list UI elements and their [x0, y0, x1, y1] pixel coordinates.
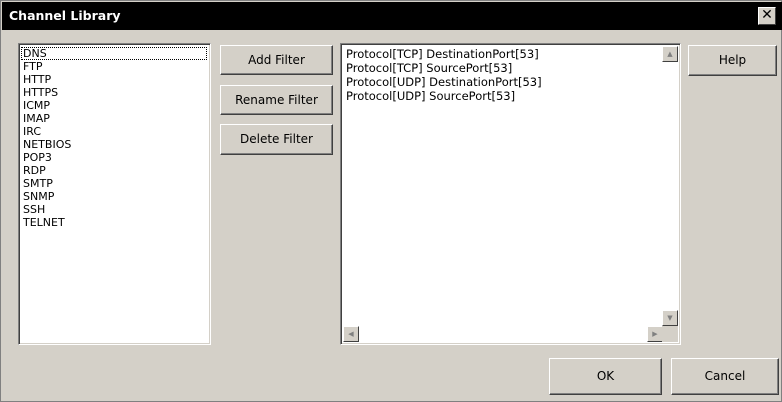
channel-item-irc[interactable]: IRC	[21, 125, 208, 138]
filter-item[interactable]: Protocol[TCP] DestinationPort[53]	[344, 47, 677, 61]
filter-item[interactable]: Protocol[UDP] DestinationPort[53]	[344, 75, 677, 89]
horizontal-scrollbar[interactable]: ◀ ▶	[343, 326, 663, 342]
close-button[interactable]: ✕	[758, 7, 776, 25]
channel-library-dialog: Channel Library ✕ DNS FTP HTTP HTTPS ICM…	[0, 0, 782, 402]
help-label: Help	[718, 53, 747, 67]
ok-button[interactable]: OK	[549, 358, 662, 395]
channel-listbox[interactable]: DNS FTP HTTP HTTPS ICMP IMAP IRC NETBIOS…	[18, 43, 211, 345]
cancel-label: Cancel	[704, 369, 746, 383]
channel-item-rdp[interactable]: RDP	[21, 164, 208, 177]
channel-item-http[interactable]: HTTP	[21, 73, 208, 86]
scrollbar-corner	[662, 326, 678, 342]
filter-listbox[interactable]: Protocol[TCP] DestinationPort[53] Protoc…	[340, 43, 681, 345]
channel-item-telnet[interactable]: TELNET	[21, 216, 208, 229]
cancel-button[interactable]: Cancel	[671, 358, 779, 395]
scroll-right-icon: ▶	[652, 330, 658, 338]
close-icon: ✕	[761, 7, 773, 23]
dialog-title: Channel Library	[9, 8, 121, 23]
filter-item[interactable]: Protocol[TCP] SourcePort[53]	[344, 61, 677, 75]
scroll-down-icon: ▼	[667, 314, 673, 322]
channel-item-pop3[interactable]: POP3	[21, 151, 208, 164]
scroll-left-button[interactable]: ◀	[343, 326, 359, 342]
vertical-scrollbar[interactable]: ▲ ▼	[662, 46, 678, 326]
channel-item-snmp[interactable]: SNMP	[21, 190, 208, 203]
channel-item-netbios[interactable]: NETBIOS	[21, 138, 208, 151]
channel-item-ssh[interactable]: SSH	[21, 203, 208, 216]
help-button[interactable]: Help	[688, 45, 777, 76]
rename-filter-button[interactable]: Rename Filter	[220, 85, 333, 115]
channel-item-https[interactable]: HTTPS	[21, 86, 208, 99]
channel-item-ftp[interactable]: FTP	[21, 60, 208, 73]
channel-item-imap[interactable]: IMAP	[21, 112, 208, 125]
scroll-up-button[interactable]: ▲	[662, 46, 678, 62]
scroll-left-icon: ◀	[348, 330, 354, 338]
scroll-right-button[interactable]: ▶	[647, 326, 663, 342]
delete-filter-button[interactable]: Delete Filter	[220, 124, 333, 155]
add-filter-label: Add Filter	[248, 53, 305, 67]
channel-item-icmp[interactable]: ICMP	[21, 99, 208, 112]
channel-item-smtp[interactable]: SMTP	[21, 177, 208, 190]
rename-filter-label: Rename Filter	[235, 93, 318, 107]
channel-item-dns[interactable]: DNS	[21, 47, 207, 60]
scroll-down-button[interactable]: ▼	[662, 310, 678, 326]
delete-filter-label: Delete Filter	[240, 132, 313, 146]
ok-label: OK	[596, 369, 615, 383]
add-filter-button[interactable]: Add Filter	[220, 45, 333, 75]
scroll-up-icon: ▲	[667, 50, 673, 58]
filter-item[interactable]: Protocol[UDP] SourcePort[53]	[344, 89, 677, 103]
title-bar[interactable]: Channel Library ✕	[2, 2, 782, 30]
